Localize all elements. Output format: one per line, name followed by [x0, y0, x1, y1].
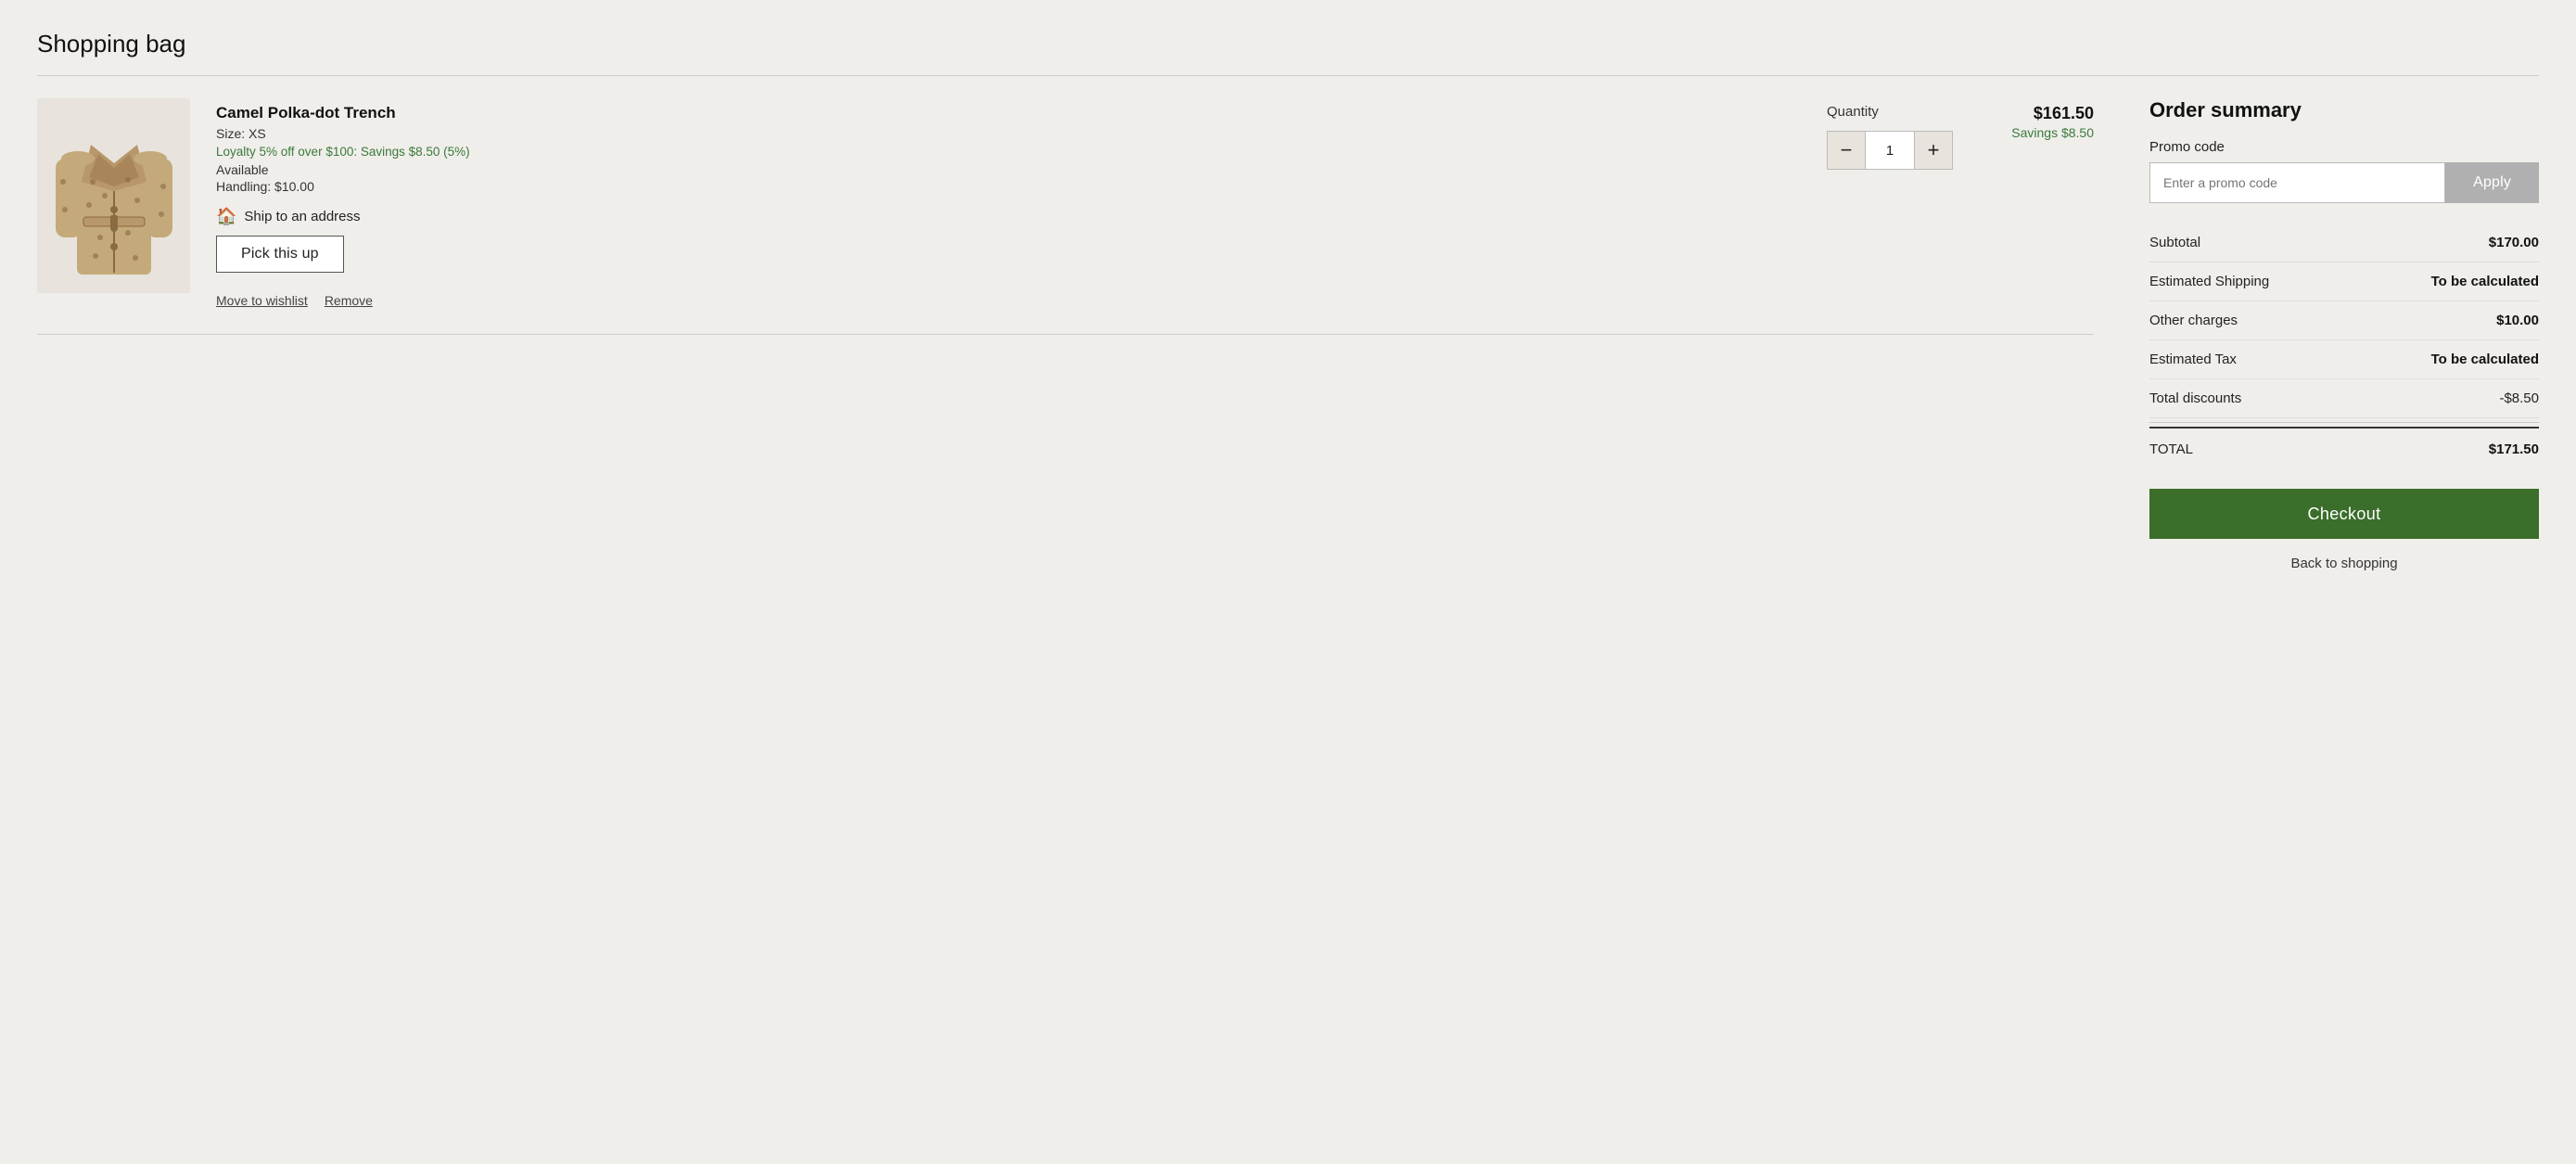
- product-image: [54, 108, 174, 284]
- product-image-wrap: [37, 98, 190, 293]
- item-price: $161.50: [2034, 104, 2094, 123]
- summary-row-shipping: Estimated Shipping To be calculated: [2149, 262, 2539, 301]
- cart-item: Camel Polka-dot Trench Size: XS Loyalty …: [37, 98, 2094, 335]
- summary-row-discounts: Total discounts -$8.50: [2149, 379, 2539, 418]
- item-loyalty: Loyalty 5% off over $100: Savings $8.50 …: [216, 145, 1801, 159]
- promo-code-input[interactable]: [2149, 162, 2445, 203]
- cart-section: Camel Polka-dot Trench Size: XS Loyalty …: [37, 98, 2094, 357]
- order-summary-section: Order summary Promo code Apply Subtotal …: [2149, 98, 2539, 571]
- quantity-value: 1: [1866, 131, 1914, 170]
- order-summary-title: Order summary: [2149, 98, 2539, 122]
- quantity-increase-button[interactable]: +: [1914, 131, 1953, 170]
- discounts-value: -$8.50: [2499, 390, 2539, 406]
- quantity-section: Quantity − 1 +: [1827, 98, 1957, 170]
- move-to-wishlist-button[interactable]: Move to wishlist: [216, 293, 308, 308]
- item-details: Camel Polka-dot Trench Size: XS Loyalty …: [216, 98, 1801, 308]
- item-actions: Move to wishlist Remove: [216, 293, 1801, 308]
- item-name: Camel Polka-dot Trench: [216, 104, 1801, 122]
- quantity-controls: − 1 +: [1827, 131, 1953, 170]
- summary-row-tax: Estimated Tax To be calculated: [2149, 340, 2539, 379]
- ship-row: 🏠 Ship to an address: [216, 207, 1801, 226]
- ship-label: Ship to an address: [244, 209, 360, 224]
- item-handling: Handling: $10.00: [216, 179, 1801, 194]
- remove-button[interactable]: Remove: [325, 293, 373, 308]
- pickup-button[interactable]: Pick this up: [216, 236, 344, 273]
- tax-label: Estimated Tax: [2149, 352, 2237, 367]
- back-to-shopping-link[interactable]: Back to shopping: [2290, 556, 2397, 571]
- shipping-label: Estimated Shipping: [2149, 274, 2269, 289]
- item-size: Size: XS: [216, 126, 1801, 141]
- summary-rows: Subtotal $170.00 Estimated Shipping To b…: [2149, 224, 2539, 418]
- total-label: TOTAL: [2149, 441, 2193, 457]
- main-layout: Camel Polka-dot Trench Size: XS Loyalty …: [37, 98, 2539, 571]
- total-value: $171.50: [2489, 441, 2539, 457]
- discounts-label: Total discounts: [2149, 390, 2241, 406]
- summary-row-other-charges: Other charges $10.00: [2149, 301, 2539, 340]
- quantity-label: Quantity: [1827, 104, 1879, 120]
- summary-row-subtotal: Subtotal $170.00: [2149, 224, 2539, 262]
- price-section: $161.50 Savings $8.50: [1983, 98, 2094, 140]
- item-savings: Savings $8.50: [2011, 125, 2094, 140]
- tax-value: To be calculated: [2431, 352, 2539, 367]
- shipping-value: To be calculated: [2431, 274, 2539, 289]
- item-availability: Available: [216, 162, 1801, 177]
- subtotal-label: Subtotal: [2149, 235, 2200, 250]
- promo-label: Promo code: [2149, 139, 2539, 155]
- ship-icon: 🏠: [216, 207, 236, 226]
- total-divider: [2149, 422, 2539, 423]
- other-charges-value: $10.00: [2496, 313, 2539, 328]
- checkout-button[interactable]: Checkout: [2149, 489, 2539, 539]
- summary-row-total: TOTAL $171.50: [2149, 427, 2539, 468]
- subtotal-value: $170.00: [2489, 235, 2539, 250]
- apply-button[interactable]: Apply: [2445, 162, 2539, 203]
- main-divider: [37, 75, 2539, 76]
- page-title: Shopping bag: [37, 30, 2539, 58]
- quantity-decrease-button[interactable]: −: [1827, 131, 1866, 170]
- other-charges-label: Other charges: [2149, 313, 2238, 328]
- promo-row: Apply: [2149, 162, 2539, 203]
